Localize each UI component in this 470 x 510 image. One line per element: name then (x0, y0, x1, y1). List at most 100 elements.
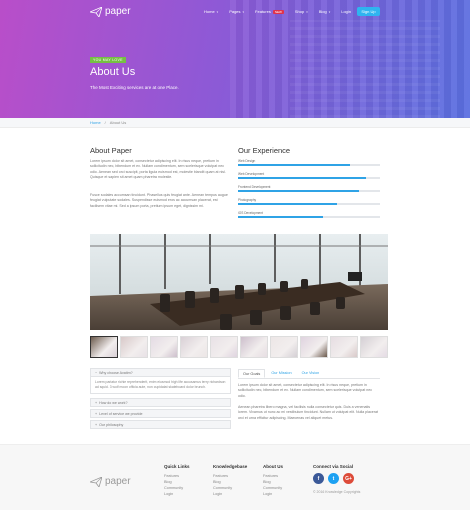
footer-social-column: Connect via Social f t G+ © 2016 Knowledge… (313, 464, 360, 494)
paper-plane-icon (90, 476, 102, 487)
chevron-down-icon: ▾ (242, 9, 245, 14)
photo-thumbnail[interactable] (120, 336, 148, 358)
nav-item-label: Shop (294, 9, 305, 14)
footer-link-login[interactable]: Login (164, 491, 190, 497)
breadcrumb-home-link[interactable]: Home (90, 120, 101, 125)
footer-column-knowledgebase: Knowledgebase Features Blog Community Login (213, 464, 247, 497)
tab-our-goals[interactable]: Our Goals (238, 369, 266, 378)
photo-thumbnail[interactable] (210, 336, 238, 358)
skill-progress-fill (238, 164, 351, 166)
plus-icon: + (95, 400, 98, 405)
skill-label: Web Development (238, 172, 265, 176)
skill-progress-fill (238, 190, 359, 192)
photo-thumbnails (90, 336, 388, 358)
tab-paragraph-1: Lorem ipsum dolor sit amet, consectetur … (238, 383, 373, 398)
page-title: About Us (90, 66, 136, 78)
skill-progress-fill (238, 177, 366, 179)
footer-logo-text: paper (105, 476, 131, 487)
accordion-item[interactable]: − Why choose Avatim? (90, 368, 231, 377)
hero-subtitle: The Most Exciting services are at one Pl… (90, 85, 179, 90)
conference-room-photo (90, 234, 388, 330)
top-navigation: paper Home ▾ Pages ▾ Features NEW Shop ▾ Blog ▾ Lo… (0, 0, 470, 24)
skill-progress-track (238, 164, 380, 166)
skill-label: iOS Development (238, 211, 263, 215)
footer-column-title: Quick Links (164, 464, 190, 469)
footer-column-quick-links: Quick Links Features Blog Community Login (164, 464, 190, 497)
accordion-item-label: Why choose Avatim? (99, 370, 133, 375)
nav-item-pages[interactable]: Pages ▾ (229, 9, 244, 14)
hero-background-windows (290, 20, 440, 118)
photo-thumbnail[interactable] (240, 336, 268, 358)
google-plus-icon[interactable]: G+ (343, 473, 354, 484)
nav-item-label: Login (341, 9, 352, 14)
tab-our-vision[interactable]: Our Vision (298, 369, 324, 378)
accordion-item-label: Our philosophy (99, 422, 124, 427)
about-title: About Paper (90, 146, 132, 155)
footer-column-title: About Us (263, 464, 283, 469)
nav-item-home[interactable]: Home ▾ (204, 9, 218, 14)
goals-tabs: Our Goals Our Mission Our Vision (238, 369, 380, 379)
faq-accordion: − Why choose Avatim? Lorem pariatur richie… (90, 368, 231, 431)
twitter-icon[interactable]: t (328, 473, 339, 484)
plus-icon: + (95, 411, 98, 416)
nav-item-shop[interactable]: Shop ▾ (295, 9, 308, 14)
skill-label: Photography (238, 198, 257, 202)
accordion-item-body: Lorem pariatur richie reprehenderit, eni… (90, 377, 231, 394)
breadcrumb: Home / About Us (90, 120, 126, 125)
skill-progress-track (238, 203, 380, 205)
footer-link-login[interactable]: Login (263, 491, 283, 497)
footer-column-title: Knowledgebase (213, 464, 248, 469)
breadcrumb-separator: / (104, 120, 106, 125)
skill-row: Web Development (238, 172, 380, 185)
logo-text: paper (105, 6, 131, 17)
accordion-item-label: How do we work? (99, 400, 128, 405)
about-paragraph-2: Fusce sodales accumsan tincidunt. Phasel… (90, 193, 228, 208)
chevron-down-icon: ▾ (306, 9, 308, 14)
main-menu: Home ▾ Pages ▾ Features NEW Shop ▾ Blog ▾ Login (204, 9, 362, 14)
footer-link-login[interactable]: Login (213, 491, 247, 497)
skill-progress-track (238, 177, 380, 179)
nav-item-label: Features (255, 9, 271, 14)
photo-thumbnail[interactable] (150, 336, 178, 358)
accordion-item[interactable]: + Level of service we provide (90, 409, 231, 418)
footer-logo[interactable]: paper (90, 476, 131, 487)
minus-icon: − (95, 370, 98, 375)
photo-thumbnail[interactable] (180, 336, 208, 358)
skill-label: Web Design (238, 159, 256, 163)
site-footer: paper Quick Links Features Blog Community Lo… (0, 444, 470, 510)
paper-plane-icon (90, 6, 102, 17)
photo-thumbnail[interactable] (270, 336, 298, 358)
sign-up-button[interactable]: Sign Up (357, 7, 380, 16)
accordion-item[interactable]: + Our philosophy (90, 420, 231, 429)
hero-tag: YOU MAY LOVE (90, 57, 126, 63)
skill-progress-track (238, 190, 380, 192)
about-paragraph-1: Lorem ipsum dolor sit amet, consectetur … (90, 159, 226, 180)
facebook-icon[interactable]: f (313, 473, 324, 484)
experience-title: Our Experience (238, 146, 291, 155)
breadcrumb-bar: Home / About Us (0, 118, 470, 128)
chevron-down-icon: ▾ (216, 9, 219, 14)
tab-our-mission[interactable]: Our Mission (267, 369, 295, 378)
photo-thumbnail[interactable] (330, 336, 358, 358)
skills-list: Web Design Web Development Frontend Develo… (238, 159, 380, 224)
conference-room-image (90, 234, 388, 330)
copyright-text: © 2016 Knowledge Copyrights (313, 490, 361, 494)
footer-social-title: Connect via Social (313, 464, 354, 469)
nav-item-blog[interactable]: Blog ▾ (319, 9, 331, 14)
photo-thumbnail[interactable] (300, 336, 328, 358)
nav-item-label: Home (204, 9, 215, 14)
skill-progress-fill (238, 203, 338, 205)
nav-item-features[interactable]: Features NEW (255, 9, 284, 14)
new-badge: NEW (272, 9, 284, 14)
accordion-item-label: Level of service we provide (99, 411, 143, 416)
skill-row: iOS Development (238, 211, 380, 224)
site-logo[interactable]: paper (90, 6, 131, 17)
photo-thumbnail[interactable] (360, 336, 388, 358)
photo-thumbnail[interactable] (90, 336, 118, 358)
tab-paragraph-2: Aenean pharetra libero magna, vel facili… (238, 405, 378, 420)
footer-column-about-us: About Us Features Blog Community Login (263, 464, 283, 497)
accordion-item[interactable]: + How do we work? (90, 398, 231, 407)
hero-banner: paper Home ▾ Pages ▾ Features NEW Shop ▾ Blog ▾ Lo… (0, 0, 470, 118)
nav-item-login[interactable]: Login (341, 9, 351, 14)
nav-item-label: Pages (229, 9, 241, 14)
